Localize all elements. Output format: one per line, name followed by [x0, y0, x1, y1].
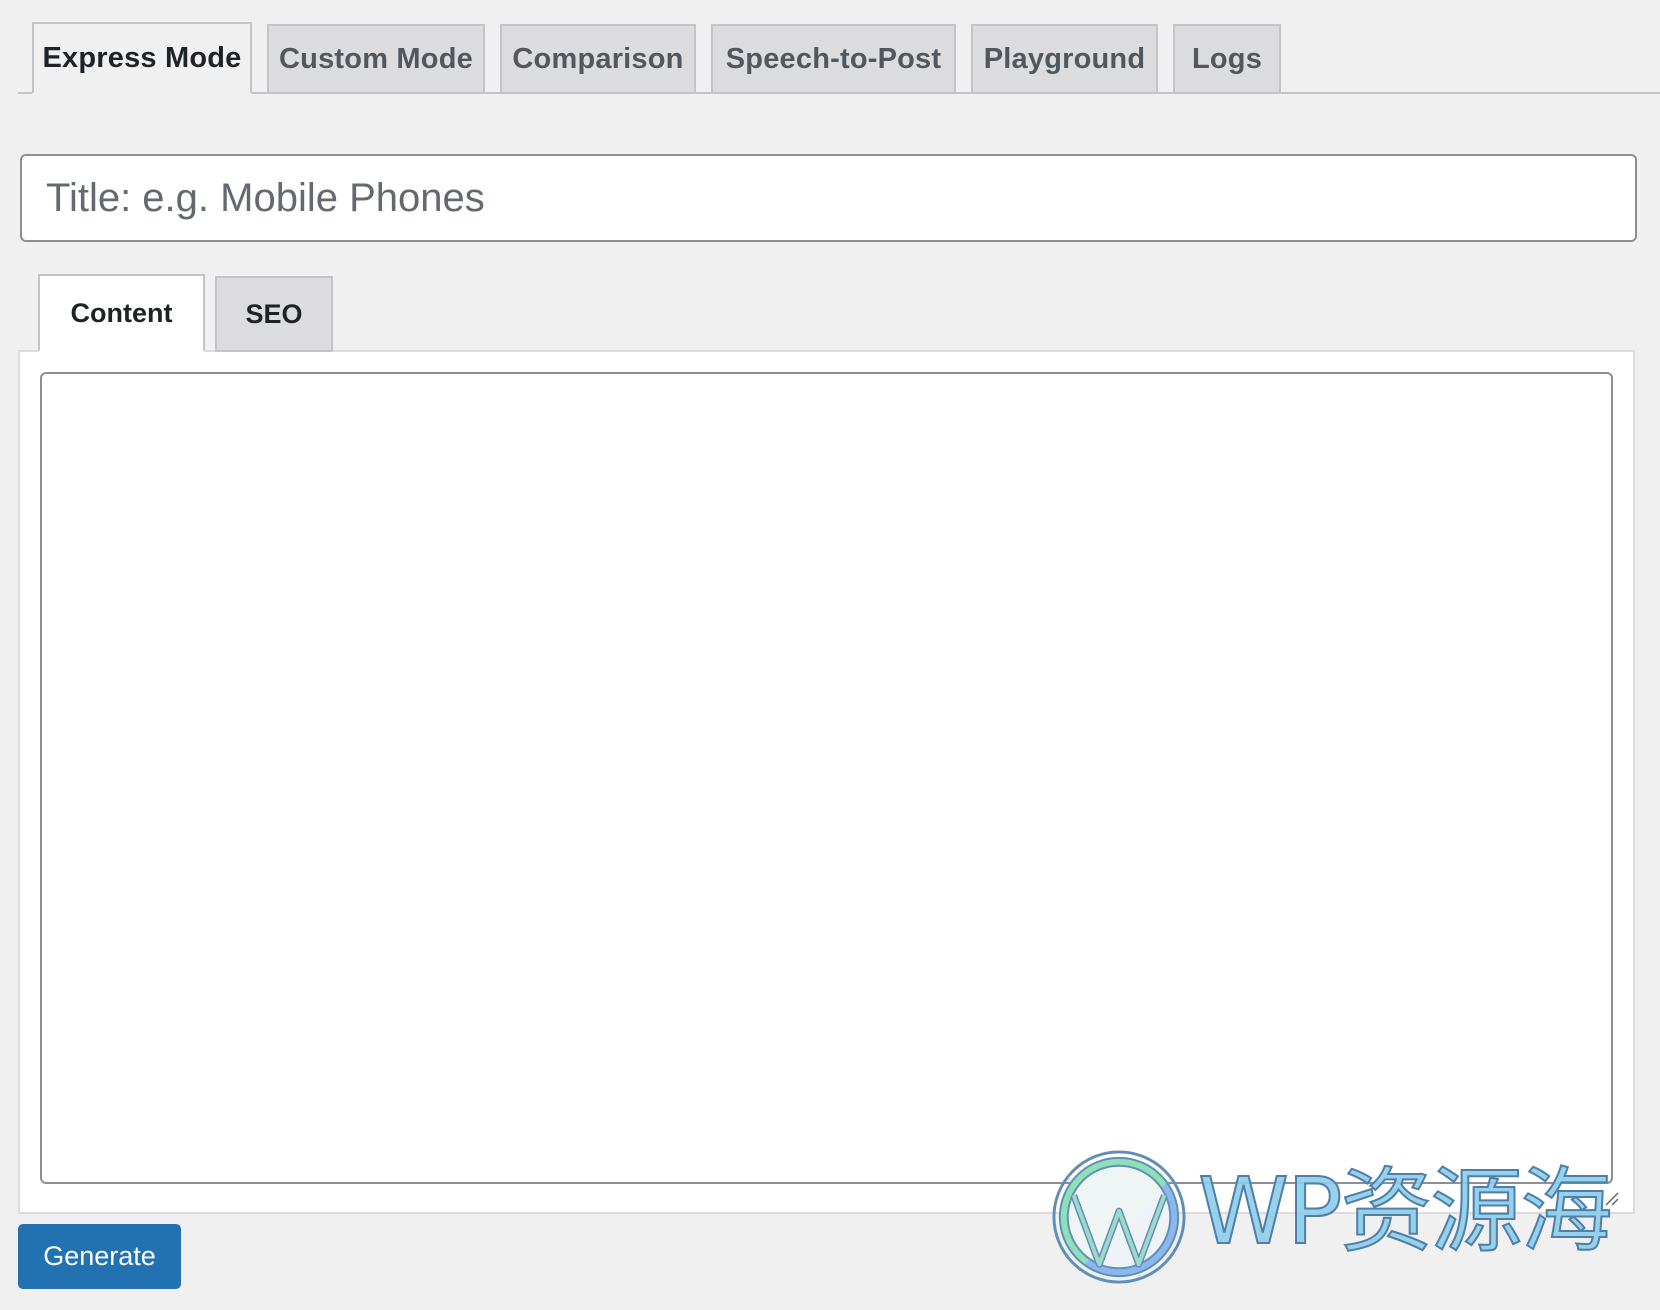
content-tabs: Content SEO — [38, 274, 343, 352]
content-textarea[interactable] — [40, 372, 1613, 1184]
tab-custom-mode[interactable]: Custom Mode — [267, 24, 485, 94]
tab-content[interactable]: Content — [38, 274, 205, 352]
content-panel — [18, 350, 1635, 1214]
tab-logs[interactable]: Logs — [1173, 24, 1281, 94]
title-input[interactable] — [20, 154, 1637, 242]
tab-comparison[interactable]: Comparison — [500, 24, 696, 94]
tab-seo[interactable]: SEO — [215, 276, 333, 352]
generate-button[interactable]: Generate — [18, 1224, 181, 1289]
tab-speech-to-post[interactable]: Speech-to-Post — [711, 24, 956, 94]
tab-express-mode[interactable]: Express Mode — [32, 22, 252, 94]
mode-tabs: Express Mode Custom Mode Comparison Spee… — [18, 22, 1660, 94]
tab-playground[interactable]: Playground — [971, 24, 1158, 94]
resize-grip-icon[interactable] — [1603, 1190, 1619, 1206]
